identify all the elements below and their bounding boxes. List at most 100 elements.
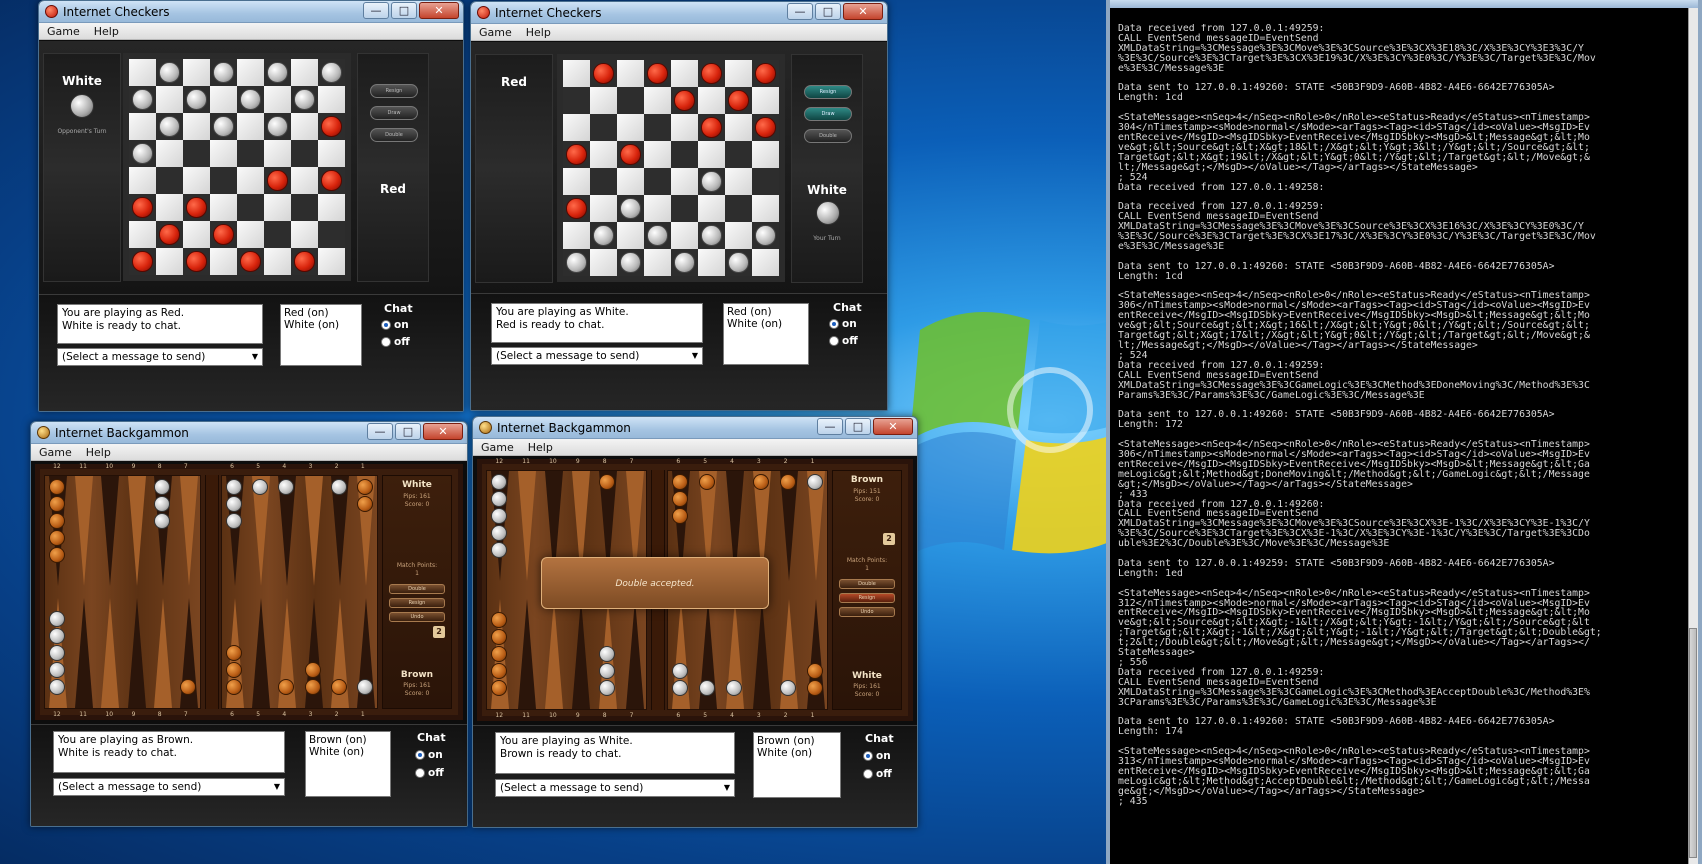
board-square[interactable] <box>210 221 237 248</box>
red-piece[interactable] <box>647 63 668 84</box>
board-square[interactable] <box>590 249 617 276</box>
brown-checker[interactable] <box>226 662 243 678</box>
maximize-button[interactable]: □ <box>391 2 417 19</box>
resign-button[interactable]: Resign <box>804 85 852 99</box>
menu-game[interactable]: Game <box>481 439 514 455</box>
white-checker[interactable] <box>49 628 66 644</box>
board-square[interactable] <box>264 194 291 221</box>
red-piece[interactable] <box>593 63 614 84</box>
board-square[interactable] <box>129 113 156 140</box>
resign-button[interactable]: Resign <box>389 598 445 608</box>
board-square[interactable] <box>617 195 644 222</box>
board-square[interactable] <box>644 141 671 168</box>
double-button[interactable]: Double <box>389 584 445 594</box>
white-piece[interactable] <box>620 252 641 273</box>
board-square[interactable] <box>156 221 183 248</box>
white-piece[interactable] <box>593 225 614 246</box>
draw-button[interactable]: Draw <box>370 106 418 120</box>
board-square[interactable] <box>318 221 345 248</box>
red-piece[interactable] <box>755 63 776 84</box>
board-square[interactable] <box>698 168 725 195</box>
board-square[interactable] <box>725 141 752 168</box>
maximize-button[interactable]: □ <box>395 423 421 440</box>
board-square[interactable] <box>617 87 644 114</box>
board-square[interactable] <box>590 141 617 168</box>
title-bar[interactable]: Internet Checkers — □ ✕ <box>39 1 463 23</box>
brown-checker[interactable] <box>752 474 769 490</box>
board-square[interactable] <box>291 248 318 275</box>
point[interactable] <box>127 476 146 586</box>
board-square[interactable] <box>752 60 779 87</box>
red-piece[interactable] <box>728 90 749 111</box>
board-square[interactable] <box>590 87 617 114</box>
point[interactable] <box>153 598 172 708</box>
point[interactable] <box>127 598 146 708</box>
white-checker[interactable] <box>598 663 615 679</box>
white-piece[interactable] <box>294 89 315 110</box>
brown-checker[interactable] <box>356 496 373 512</box>
white-piece[interactable] <box>267 62 288 83</box>
board-square[interactable] <box>617 168 644 195</box>
message-select[interactable]: (Select a message to send) ▼ <box>57 348 263 366</box>
chat-on-radio[interactable]: on <box>829 318 857 330</box>
board-square[interactable] <box>129 167 156 194</box>
board-square[interactable] <box>237 140 264 167</box>
board-square[interactable] <box>671 141 698 168</box>
board-square[interactable] <box>752 141 779 168</box>
menu-game[interactable]: Game <box>47 23 80 39</box>
point[interactable] <box>571 599 590 709</box>
board-square[interactable] <box>698 249 725 276</box>
board-square[interactable] <box>156 113 183 140</box>
white-checker[interactable] <box>153 513 170 529</box>
board-square[interactable] <box>264 86 291 113</box>
board-square[interactable] <box>237 194 264 221</box>
board-square[interactable] <box>725 249 752 276</box>
board-square[interactable] <box>644 222 671 249</box>
white-checker[interactable] <box>153 496 170 512</box>
board-square[interactable] <box>210 194 237 221</box>
board-square[interactable] <box>725 168 752 195</box>
board-square[interactable] <box>563 141 590 168</box>
minimize-button[interactable]: — <box>367 423 393 440</box>
menu-help[interactable]: Help <box>528 439 553 455</box>
board-square[interactable] <box>318 167 345 194</box>
board-square[interactable] <box>725 114 752 141</box>
message-select[interactable]: (Select a message to send) ▼ <box>53 778 285 796</box>
brown-checker[interactable] <box>598 474 615 490</box>
board-square[interactable] <box>183 140 210 167</box>
board-square[interactable] <box>752 87 779 114</box>
undo-button[interactable]: Undo <box>839 607 895 617</box>
red-piece[interactable] <box>674 90 695 111</box>
checkers-board[interactable] <box>123 53 351 281</box>
red-piece[interactable] <box>132 251 153 272</box>
white-piece[interactable] <box>701 171 722 192</box>
board-square[interactable] <box>644 114 671 141</box>
scrollbar-thumb[interactable] <box>1689 628 1697 858</box>
white-checker[interactable] <box>598 680 615 696</box>
close-button[interactable]: ✕ <box>843 3 883 20</box>
message-select[interactable]: (Select a message to send) ▼ <box>495 779 735 797</box>
board-square[interactable] <box>752 168 779 195</box>
red-piece[interactable] <box>701 117 722 138</box>
brown-checker[interactable] <box>49 530 66 546</box>
brown-checker[interactable] <box>304 662 321 678</box>
title-bar[interactable]: Internet Backgammon — □ ✕ <box>31 422 467 444</box>
white-checker[interactable] <box>226 513 243 529</box>
red-piece[interactable] <box>267 170 288 191</box>
board-square[interactable] <box>590 222 617 249</box>
board-square[interactable] <box>725 195 752 222</box>
board-square[interactable] <box>237 113 264 140</box>
point[interactable] <box>252 598 271 708</box>
board-square[interactable] <box>644 87 671 114</box>
chat-on-radio[interactable]: on <box>863 750 891 762</box>
red-piece[interactable] <box>701 63 722 84</box>
brown-checker[interactable] <box>806 663 823 679</box>
board-square[interactable] <box>590 114 617 141</box>
board-square[interactable] <box>644 249 671 276</box>
board-square[interactable] <box>291 140 318 167</box>
board-square[interactable] <box>725 87 752 114</box>
board-square[interactable] <box>129 59 156 86</box>
board-square[interactable] <box>318 86 345 113</box>
board-square[interactable] <box>318 248 345 275</box>
point[interactable] <box>752 599 771 709</box>
